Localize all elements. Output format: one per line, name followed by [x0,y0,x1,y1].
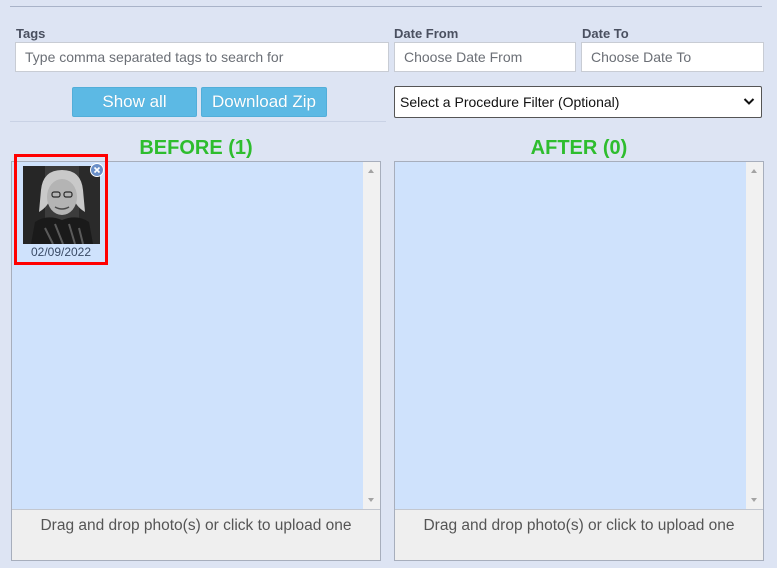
after-dropzone[interactable] [395,162,746,509]
photo-thumbnail[interactable] [23,166,100,244]
procedure-filter-select[interactable]: Select a Procedure Filter (Optional) [394,86,762,118]
scroll-down-arrow-icon[interactable] [751,498,757,502]
scroll-up-arrow-icon[interactable] [368,169,374,173]
before-scrollbar[interactable] [363,162,380,509]
procedure-filter-value: Select a Procedure Filter (Optional) [400,94,620,110]
download-zip-button[interactable]: Download Zip [201,87,327,117]
scroll-up-arrow-icon[interactable] [751,169,757,173]
before-upload-hint[interactable]: Drag and drop photo(s) or click to uploa… [12,509,380,560]
date-from-label: Date From [394,26,459,41]
date-from-input[interactable]: Choose Date From [394,42,576,72]
top-divider [10,6,762,7]
chevron-down-icon [743,98,755,105]
after-header: AFTER (0) [530,137,628,159]
date-to-label: Date To [582,26,629,41]
after-panel: Drag and drop photo(s) or click to uploa… [394,161,764,561]
date-to-input[interactable]: Choose Date To [581,42,764,72]
after-scrollbar[interactable] [746,162,763,509]
photo-date: 02/09/2022 [30,245,92,259]
show-all-button[interactable]: Show all [72,87,197,117]
filter-divider [10,121,386,122]
scroll-down-arrow-icon[interactable] [368,498,374,502]
tags-label: Tags [16,26,46,41]
close-icon[interactable] [90,163,104,177]
tags-input[interactable]: Type comma separated tags to search for [15,42,389,72]
photo-thumbnail-card[interactable]: 02/09/2022 [14,154,108,265]
after-upload-hint[interactable]: Drag and drop photo(s) or click to uploa… [395,509,763,560]
